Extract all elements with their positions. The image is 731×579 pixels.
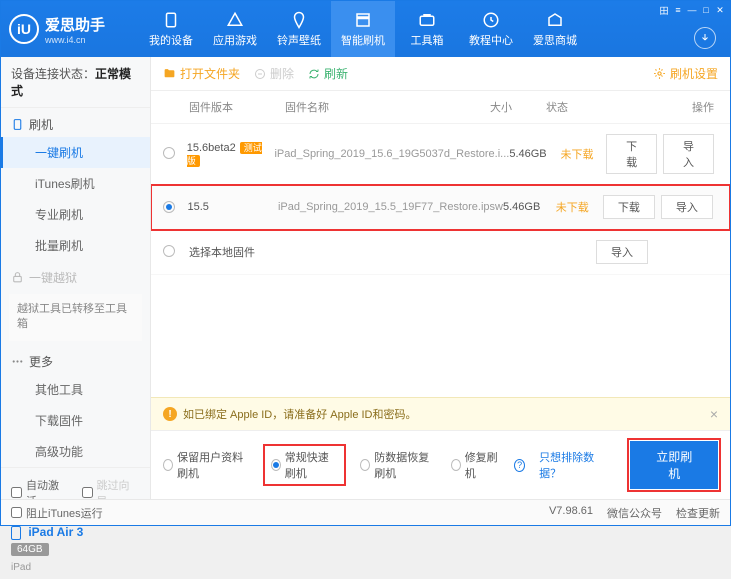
device-icon <box>11 526 21 540</box>
app-logo-icon: iU <box>9 14 39 44</box>
import-button[interactable]: 导入 <box>596 240 648 264</box>
import-button[interactable]: 导入 <box>663 134 714 174</box>
open-folder-button[interactable]: 打开文件夹 <box>163 65 240 82</box>
topnav-1[interactable]: 应用游戏 <box>203 1 267 57</box>
download-indicator-icon[interactable] <box>694 27 716 49</box>
exclude-data-link[interactable]: 只想排除数据？ <box>539 449 602 481</box>
window-controls: 田≡—□✕ <box>658 4 726 16</box>
row-filename: iPad_Spring_2019_15.6_19G5037d_Restore.i… <box>274 148 509 160</box>
sidebar-more-item-2[interactable]: 高级功能 <box>1 436 150 467</box>
row-size: 5.46GB <box>503 201 556 213</box>
firmware-row[interactable]: 15.5 iPad_Spring_2019_15.5_19F77_Restore.… <box>151 185 730 230</box>
topnav-3[interactable]: 智能刷机 <box>331 1 395 57</box>
device-capacity: 64GB <box>11 543 49 556</box>
window-button-0[interactable]: 田 <box>658 4 670 16</box>
sidebar-flash-item-2[interactable]: 专业刷机 <box>1 199 150 230</box>
block-itunes-checkbox[interactable] <box>11 507 22 518</box>
topnav-4[interactable]: 工具箱 <box>395 1 459 57</box>
topnav-6[interactable]: 爱思商城 <box>523 1 587 57</box>
row-radio[interactable] <box>163 245 175 257</box>
th-version: 固件版本 <box>189 99 285 115</box>
download-button[interactable]: 下载 <box>603 195 655 219</box>
app-url: www.i4.cn <box>45 35 105 45</box>
topnav-2[interactable]: 铃声壁纸 <box>267 1 331 57</box>
th-size: 大小 <box>490 99 546 115</box>
row-status: 未下载 <box>561 146 607 162</box>
row-size: 5.46GB <box>509 148 560 160</box>
row-radio[interactable] <box>163 147 175 159</box>
local-firmware-row[interactable]: 选择本地固件 导入 <box>151 230 730 275</box>
th-ops: 操作 <box>596 99 718 115</box>
warning-icon: ! <box>163 407 177 421</box>
delete-button[interactable]: 删除 <box>254 65 294 82</box>
row-version: 15.6beta2 <box>187 142 236 154</box>
sidebar-section-jailbreak: 一键越狱 <box>1 261 150 290</box>
th-name: 固件名称 <box>285 99 490 115</box>
flash-mode-3[interactable]: 修复刷机 <box>451 449 500 481</box>
topnav-0[interactable]: 我的设备 <box>139 1 203 57</box>
row-status: 未下载 <box>556 199 603 215</box>
sidebar-section-flash: 刷机 <box>1 108 150 137</box>
sidebar-section-more: 更多 <box>1 345 150 374</box>
row-radio[interactable] <box>163 201 175 213</box>
device-model: iPad <box>11 562 31 573</box>
topnav-5[interactable]: 教程中心 <box>459 1 523 57</box>
flash-now-button[interactable]: 立即刷机 <box>630 441 718 489</box>
sidebar-more-item-1[interactable]: 下载固件 <box>1 405 150 436</box>
flash-mode-1[interactable]: 常规快速刷机 <box>263 444 347 486</box>
app-name: 爱思助手 <box>45 14 105 35</box>
sidebar-more-item-0[interactable]: 其他工具 <box>1 374 150 405</box>
block-itunes-label: 阻止iTunes运行 <box>26 505 103 521</box>
check-update-link[interactable]: 检查更新 <box>676 505 720 521</box>
radio-icon <box>271 459 281 471</box>
wechat-link[interactable]: 微信公众号 <box>607 505 662 521</box>
help-icon[interactable]: ? <box>514 459 525 472</box>
connection-status: 设备连接状态：正常模式 <box>1 57 150 108</box>
window-button-2[interactable]: — <box>686 4 698 16</box>
import-button[interactable]: 导入 <box>661 195 713 219</box>
jailbreak-moved-note[interactable]: 越狱工具已转移至工具箱 <box>9 294 142 341</box>
download-button[interactable]: 下载 <box>606 134 657 174</box>
local-firmware-label: 选择本地固件 <box>189 244 285 260</box>
notice-text: 如已绑定 Apple ID，请准备好 Apple ID和密码。 <box>183 406 417 422</box>
window-button-1[interactable]: ≡ <box>672 4 684 16</box>
version-label: V7.98.61 <box>549 505 593 521</box>
auto-activate-checkbox[interactable] <box>11 487 22 498</box>
flash-mode-2[interactable]: 防数据恢复刷机 <box>360 449 437 481</box>
row-filename: iPad_Spring_2019_15.5_19F77_Restore.ipsw <box>278 201 503 213</box>
refresh-button[interactable]: 刷新 <box>308 65 348 82</box>
device-name[interactable]: iPad Air 3 <box>28 525 83 539</box>
flash-mode-0[interactable]: 保留用户资料刷机 <box>163 449 249 481</box>
th-status: 状态 <box>546 99 596 115</box>
sidebar-flash-item-0[interactable]: 一键刷机 <box>1 137 150 168</box>
row-version: 15.5 <box>188 201 209 213</box>
notice-close-icon[interactable]: × <box>710 406 718 422</box>
skip-guide-checkbox[interactable] <box>82 487 93 498</box>
radio-icon <box>163 459 173 471</box>
sidebar-flash-item-3[interactable]: 批量刷机 <box>1 230 150 261</box>
window-button-4[interactable]: ✕ <box>714 4 726 16</box>
firmware-row[interactable]: 15.6beta2测试版iPad_Spring_2019_15.6_19G503… <box>151 124 730 185</box>
radio-icon <box>451 459 461 471</box>
window-button-3[interactable]: □ <box>700 4 712 16</box>
flash-settings-button[interactable]: 刷机设置 <box>653 65 718 82</box>
radio-icon <box>360 459 370 471</box>
sidebar-flash-item-1[interactable]: iTunes刷机 <box>1 168 150 199</box>
